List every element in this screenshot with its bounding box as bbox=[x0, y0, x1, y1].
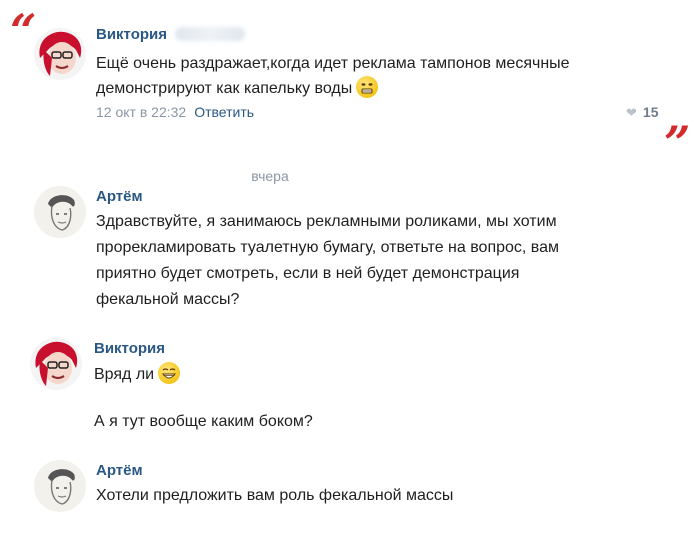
message-author-name[interactable]: Артём bbox=[96, 188, 143, 205]
grimace-emoji-icon bbox=[356, 76, 379, 98]
like-button[interactable]: ❤ 15 bbox=[626, 104, 658, 121]
message-author-name[interactable]: Виктория bbox=[94, 340, 165, 357]
avatar-viktoria[interactable] bbox=[34, 28, 86, 80]
avatar-viktoria[interactable] bbox=[30, 338, 82, 390]
message-text-line: А я тут вообще каким боком? bbox=[94, 413, 313, 430]
date-separator: вчера bbox=[251, 168, 289, 184]
message-text-line: Здравствуйте, я занимаюсь рекламными рол… bbox=[96, 213, 557, 230]
post-text-line-2: демонстрируют как капельку воды bbox=[96, 76, 379, 101]
message-author-name[interactable]: Артём bbox=[96, 462, 143, 479]
heart-icon: ❤ bbox=[626, 105, 637, 120]
post-author-name[interactable]: Виктория bbox=[96, 26, 246, 43]
open-quote-mark: “ bbox=[10, 4, 37, 58]
message-text-line: фекальной массы? bbox=[96, 291, 240, 308]
avatar-artem[interactable] bbox=[34, 460, 86, 512]
like-count: 15 bbox=[642, 104, 659, 120]
post-timestamp[interactable]: 12 окт в 22:32 bbox=[96, 104, 186, 120]
message-text-line: прорекламировать туалетную бумагу, ответ… bbox=[96, 239, 560, 256]
blurred-surname bbox=[175, 27, 246, 41]
message-text-line: Вряд ли bbox=[94, 362, 181, 387]
post-meta: 12 окт в 22:32 Ответить bbox=[96, 104, 254, 120]
grin-emoji-icon bbox=[158, 362, 181, 384]
post-text-line-1: Ещё очень раздражает,когда идет реклама … bbox=[96, 55, 570, 72]
message-text-line: приятно будет смотреть, если в ней будет… bbox=[96, 265, 520, 282]
reply-link[interactable]: Ответить bbox=[194, 104, 254, 120]
close-quote-mark: ” bbox=[664, 116, 691, 170]
avatar-artem[interactable] bbox=[34, 186, 86, 238]
message-text-line: Хотели предложить вам роль фекальной мас… bbox=[96, 487, 454, 504]
